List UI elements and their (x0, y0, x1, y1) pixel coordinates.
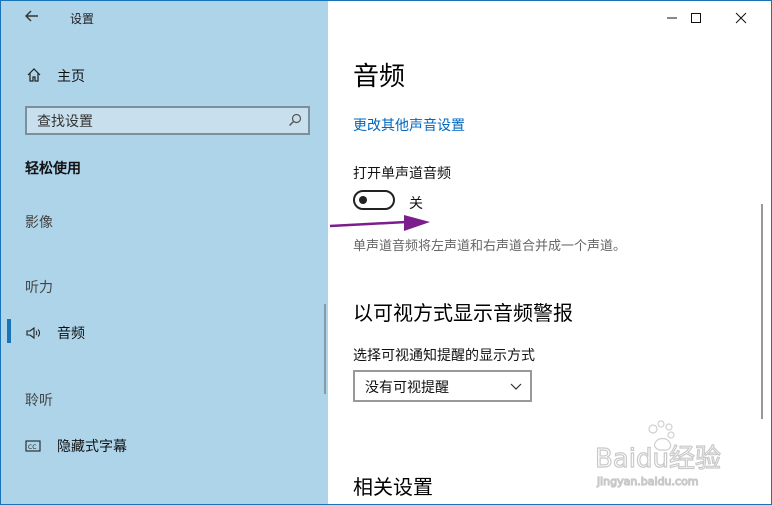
close-icon (735, 12, 747, 24)
main-pane: 音频 更改其他声音设置 打开单声道音频 关 单声道音频将左声道和右声道合并成一个… (328, 1, 771, 504)
sidebar-item-label: 隐藏式字幕 (57, 439, 127, 455)
chevron-down-icon (510, 383, 522, 390)
category-hearing: 听力 (25, 280, 53, 296)
visual-alerts-dropdown[interactable]: 没有可视提醒 (353, 370, 532, 402)
settings-window: 设置 主页 轻松使用 影像 听力 音频 聆听 CC 隐藏式字幕 (0, 0, 772, 505)
closed-captions-icon: CC (25, 440, 41, 452)
sidebar-scrollbar[interactable] (324, 304, 326, 394)
visual-alerts-heading: 以可视方式显示音频警报 (353, 301, 573, 325)
dropdown-value: 没有可视提醒 (365, 380, 449, 396)
sidebar-item-audio[interactable]: 音频 (1, 319, 328, 347)
related-settings-heading: 相关设置 (353, 475, 433, 499)
visual-alerts-select-label: 选择可视通知提醒的显示方式 (353, 348, 535, 364)
sidebar-item-home[interactable]: 主页 (1, 61, 328, 89)
sidebar-item-captions[interactable]: CC 隐藏式字幕 (1, 432, 328, 460)
sidebar-item-label: 音频 (57, 326, 85, 342)
annotation-arrow-icon (329, 215, 430, 231)
toggle-state-text: 关 (409, 196, 423, 212)
category-listening: 聆听 (25, 393, 53, 409)
maximize-button[interactable] (684, 1, 730, 35)
app-title: 设置 (70, 12, 95, 26)
category-vision: 影像 (25, 215, 53, 231)
home-icon (27, 68, 41, 82)
page-title: 音频 (353, 62, 406, 92)
mono-audio-description: 单声道音频将左声道和右声道合并成一个声道。 (353, 239, 627, 254)
close-button[interactable] (725, 1, 771, 35)
home-label: 主页 (57, 69, 85, 85)
search-input[interactable] (37, 112, 277, 132)
toggle-knob (359, 196, 367, 204)
main-scrollbar[interactable] (761, 204, 763, 419)
maximize-icon (691, 13, 701, 23)
baidu-watermark-logo: Baidu经验 jingyan.baidu.com (594, 420, 722, 489)
svg-text:jingyan.baidu.com: jingyan.baidu.com (596, 475, 699, 488)
search-box[interactable] (25, 106, 310, 135)
speaker-icon (26, 326, 40, 340)
back-arrow-icon (25, 10, 38, 22)
svg-text:Baidu经验: Baidu经验 (595, 444, 721, 474)
back-button[interactable] (23, 7, 43, 29)
other-sound-settings-link[interactable]: 更改其他声音设置 (353, 115, 465, 135)
mono-audio-label: 打开单声道音频 (353, 166, 451, 182)
svg-text:CC: CC (28, 444, 36, 451)
sidebar: 设置 主页 轻松使用 影像 听力 音频 聆听 CC 隐藏式字幕 (1, 1, 328, 504)
section-title: 轻松使用 (25, 161, 81, 177)
mono-audio-toggle[interactable] (353, 190, 395, 210)
search-icon[interactable] (288, 113, 302, 127)
